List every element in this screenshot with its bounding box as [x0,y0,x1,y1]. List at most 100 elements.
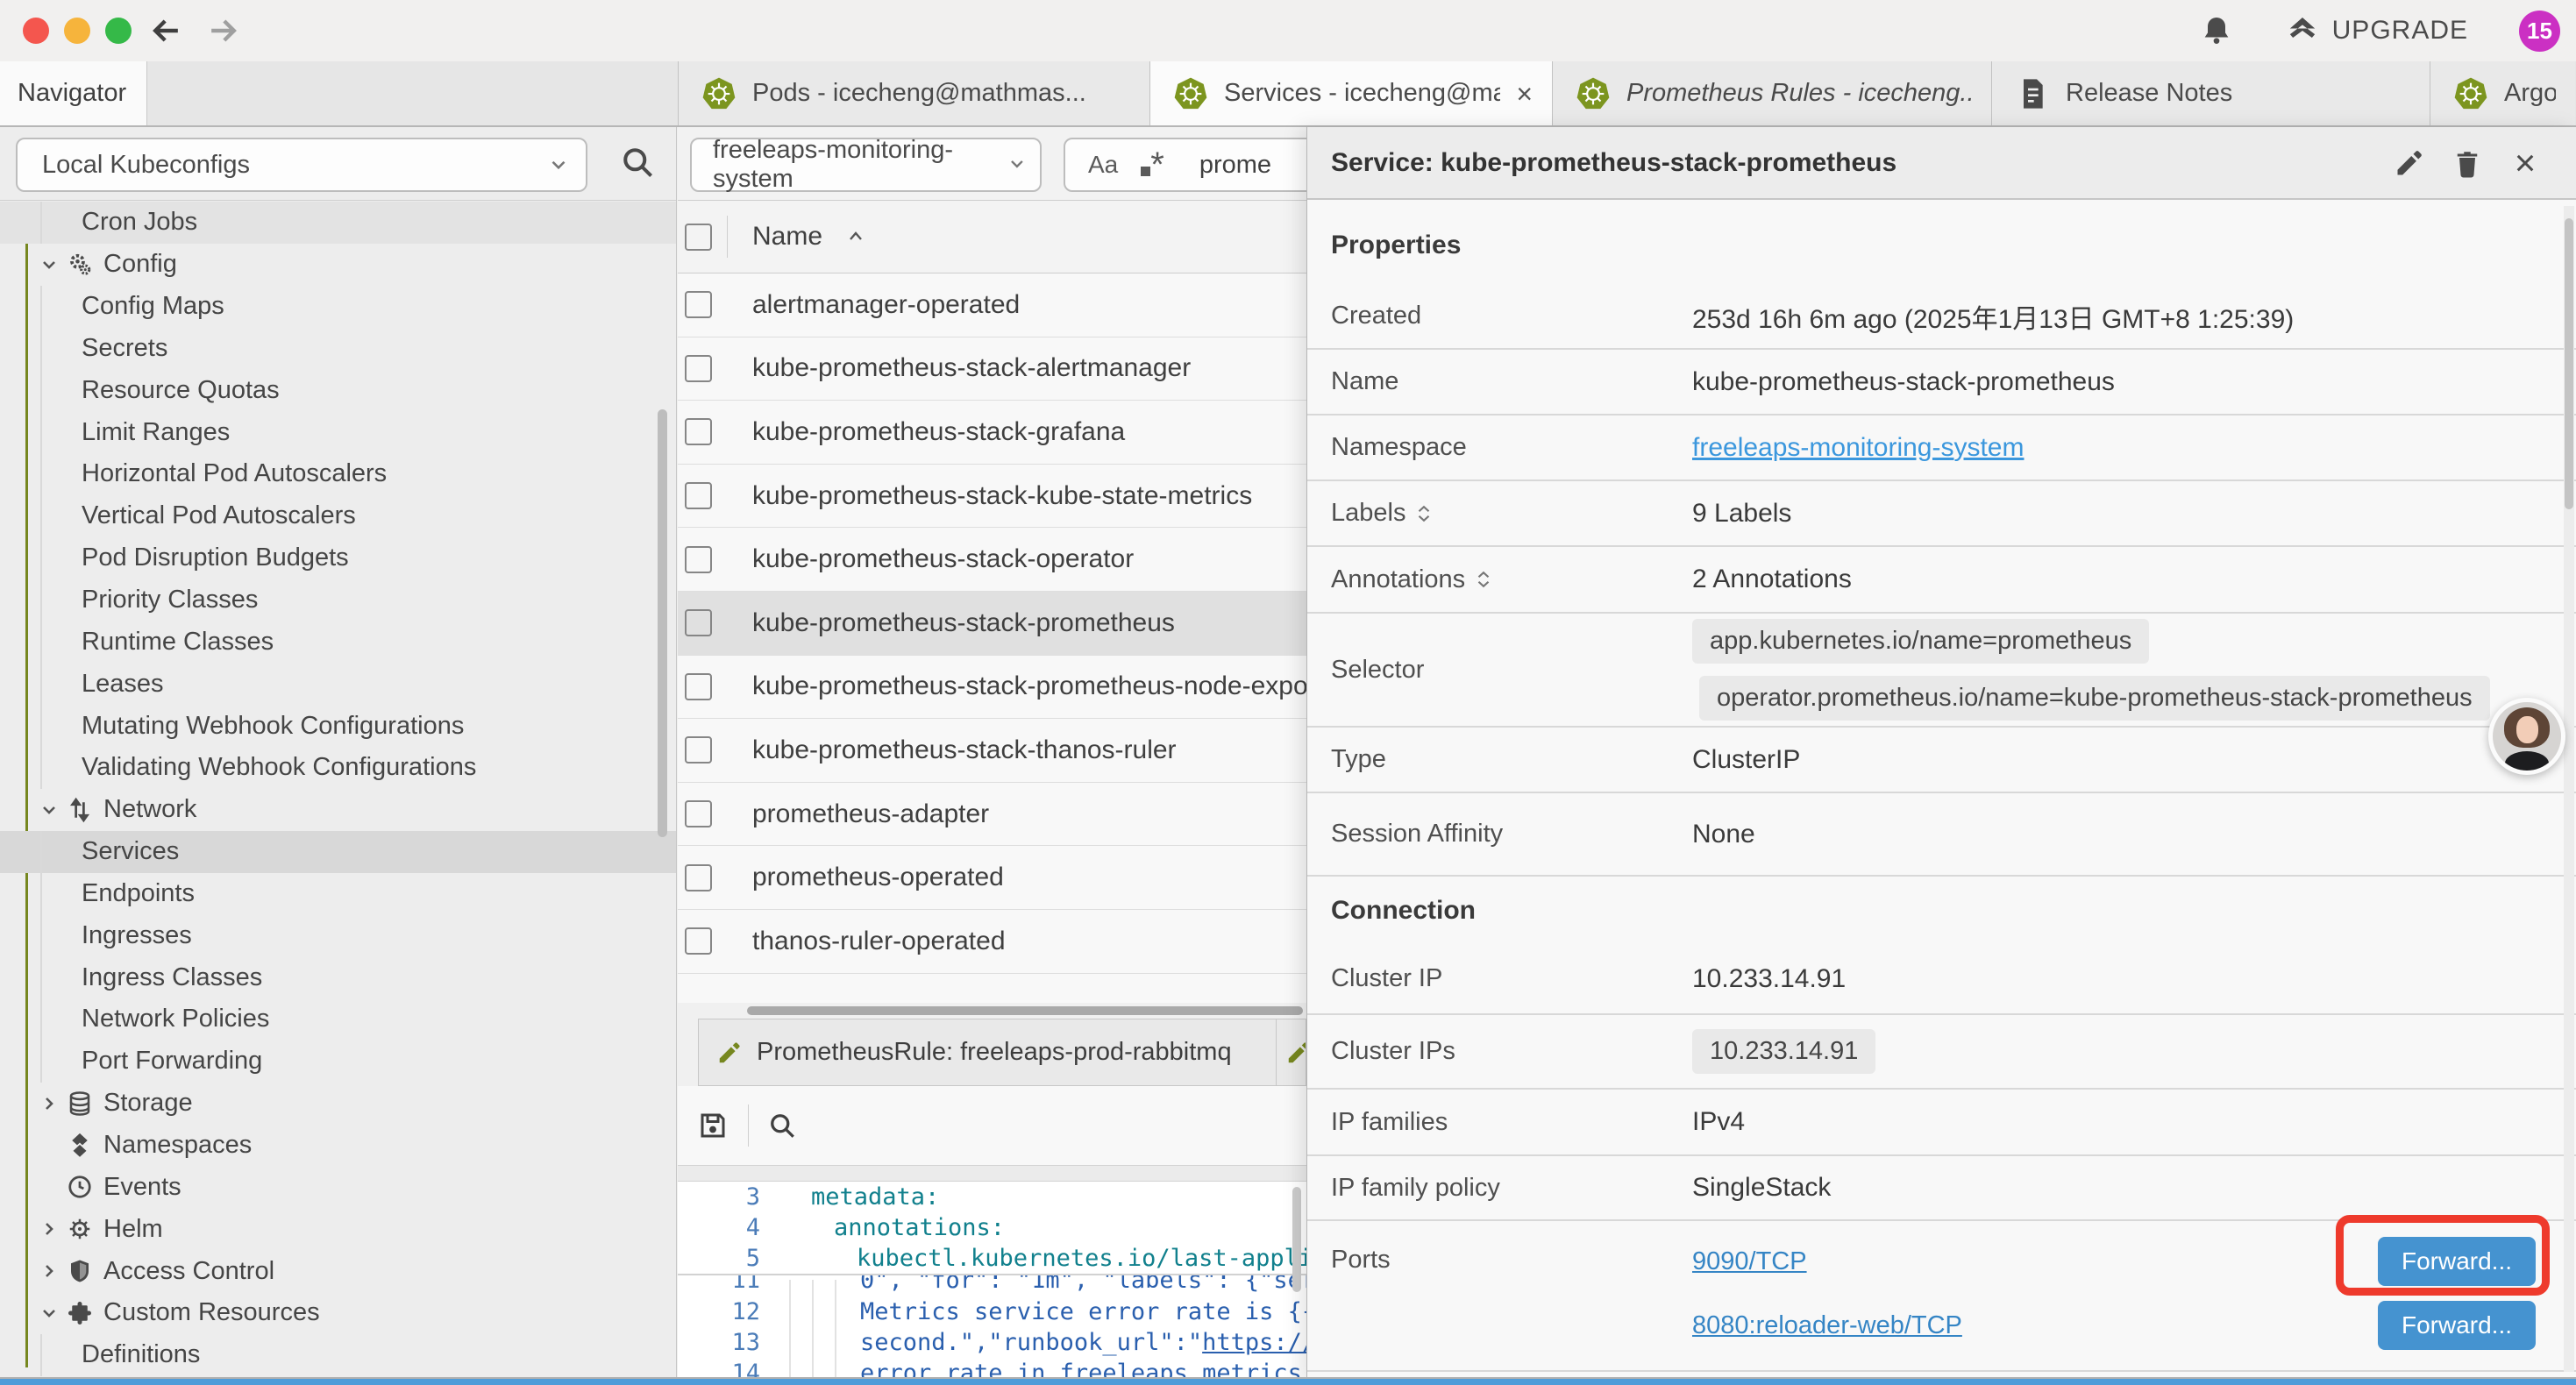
chevron-right-icon[interactable] [39,1093,60,1114]
namespace-link[interactable]: freeleaps-monitoring-system [1692,433,2024,463]
editor-search-icon[interactable] [766,1110,798,1141]
sort-updown-icon[interactable] [1474,568,1493,591]
column-header-name[interactable]: Name [752,222,822,252]
sidebar-item-secrets[interactable]: Secrets [0,328,676,370]
table-row[interactable]: thanos-ruler-operated [678,910,1306,974]
select-all-checkbox[interactable] [685,224,712,251]
sidebar-item-limit-ranges[interactable]: Limit Ranges [0,411,676,453]
window-minimize-button[interactable] [64,18,90,44]
regex-toggle-icon[interactable]: * [1141,147,1164,182]
row-checkbox[interactable] [685,673,712,700]
sidebar-item-mutating-webhook-configurations[interactable]: Mutating Webhook Configurations [0,705,676,747]
chevron-down-icon[interactable] [39,254,60,275]
user-avatar[interactable] [2488,698,2565,775]
sidebar-item-network-policies[interactable]: Network Policies [0,998,676,1041]
sidebar-item-custom-resources[interactable]: Custom Resources [0,1292,676,1334]
sidebar-item-services[interactable]: Services [0,831,676,873]
notifications-bell-icon[interactable] [2199,13,2234,48]
row-checkbox[interactable] [685,609,712,636]
tab-prometheus-rules-icecheng[interactable]: Prometheus Rules - icecheng... [1553,61,1992,125]
table-row[interactable]: kube-prometheus-stack-kube-state-metrics [678,465,1306,529]
sidebar-item-events[interactable]: Events [0,1166,676,1208]
table-row[interactable]: prometheus-operated [678,846,1306,910]
sidebar-item-ingress-classes[interactable]: Ingress Classes [0,956,676,998]
window-zoom-button[interactable] [105,18,132,44]
sidebar-item-helm[interactable]: Helm [0,1208,676,1250]
close-icon[interactable]: × [2509,147,2541,179]
chevron-down-icon[interactable] [39,799,60,820]
sidebar-item-vertical-pod-autoscalers[interactable]: Vertical Pod Autoscalers [0,495,676,537]
row-checkbox[interactable] [685,736,712,764]
namespace-select[interactable]: freeleaps-monitoring-system [690,138,1042,192]
table-row[interactable]: kube-prometheus-stack-prometheus-node-ex… [678,656,1306,720]
back-icon[interactable] [147,11,186,50]
sidebar-item-port-forwarding[interactable]: Port Forwarding [0,1041,676,1083]
forward-button[interactable]: Forward... [2378,1301,2536,1350]
sidebar-item-namespaces[interactable]: Namespaces [0,1125,676,1167]
sidebar-item-access-control[interactable]: Access Control [0,1250,676,1292]
horizontal-scrollbar[interactable] [678,1003,1306,1019]
sidebar-item-config-maps[interactable]: Config Maps [0,286,676,328]
sidebar-item-ingresses[interactable]: Ingresses [0,914,676,956]
row-checkbox[interactable] [685,546,712,573]
drawer-scrollbar-thumb[interactable] [2565,218,2573,509]
table-row[interactable]: kube-prometheus-stack-operator [678,528,1306,592]
row-checkbox[interactable] [685,864,712,891]
horizontal-scrollbar-thumb[interactable] [747,1006,1303,1015]
yaml-editor[interactable]: 3metadata:4annotations:5kubectl.kubernet… [678,1182,1306,1385]
sidebar-item-storage[interactable]: Storage [0,1083,676,1125]
sidebar-item-horizontal-pod-autoscalers[interactable]: Horizontal Pod Autoscalers [0,453,676,495]
sidebar-item-cron-jobs[interactable]: Cron Jobs [0,202,676,244]
close-tab-icon[interactable]: × [1516,80,1533,108]
tab-services-icecheng-math[interactable]: Services - icecheng@math...× [1150,61,1553,125]
editor-scrollbar-thumb[interactable] [1292,1187,1301,1292]
sidebar-scrollbar[interactable] [658,409,667,837]
forward-icon[interactable] [203,11,242,50]
window-close-button[interactable] [23,18,49,44]
chevron-right-icon[interactable] [39,1261,60,1282]
sidebar-item-leases[interactable]: Leases [0,663,676,705]
dock-tab-prometheusrule[interactable]: PrometheusRule: freeleaps-prod-rabbitmq [698,1019,1277,1086]
sort-ascending-icon[interactable] [845,226,866,247]
sidebar-item-runtime-classes[interactable]: Runtime Classes [0,621,676,663]
table-row[interactable]: alertmanager-operated [678,273,1306,337]
sidebar-item-resource-quotas[interactable]: Resource Quotas [0,369,676,411]
sidebar-item-endpoints[interactable]: Endpoints [0,873,676,915]
sidebar-item-pod-disruption-budgets[interactable]: Pod Disruption Budgets [0,537,676,579]
tab-release-notes[interactable]: Release Notes [1992,61,2430,125]
sort-updown-icon[interactable] [1414,502,1434,525]
row-checkbox[interactable] [685,482,712,509]
trash-icon[interactable] [2451,147,2483,179]
table-row[interactable]: prometheus-adapter [678,783,1306,847]
match-case-toggle[interactable]: Aa [1088,151,1118,179]
table-row[interactable]: kube-prometheus-stack-prometheus [678,592,1306,656]
kubeconfig-select[interactable]: Local Kubeconfigs [16,138,587,192]
edit-pencil-icon[interactable] [2394,147,2425,179]
port-link[interactable]: 8080:reloader-web/TCP [1692,1311,1962,1340]
chevron-down-icon[interactable] [39,1303,60,1324]
row-checkbox[interactable] [685,927,712,955]
tab-pods-icecheng-mathmas[interactable]: Pods - icecheng@mathmas... [679,61,1150,125]
tab-navigator[interactable]: Navigator [0,61,147,125]
sidebar-item-network[interactable]: Network [0,789,676,831]
notification-count-badge[interactable]: 15 [2519,11,2560,52]
sidebar-search-icon[interactable] [618,143,657,181]
tab-argo-se[interactable]: Argo Se [2430,61,2575,125]
sidebar-item-priority-classes[interactable]: Priority Classes [0,579,676,621]
dock-tab-next[interactable] [1277,1019,1306,1086]
chevron-right-icon[interactable] [39,1218,60,1239]
drawer-scrollbar[interactable] [2564,206,2574,1372]
row-checkbox[interactable] [685,291,712,318]
row-checkbox[interactable] [685,355,712,382]
table-row[interactable]: kube-prometheus-stack-thanos-ruler [678,719,1306,783]
sidebar-item-validating-webhook-configurations[interactable]: Validating Webhook Configurations [0,747,676,789]
upgrade-button[interactable]: UPGRADE [2285,13,2468,48]
row-checkbox[interactable] [685,800,712,827]
sidebar-item-definitions[interactable]: Definitions [0,1334,676,1376]
port-link[interactable]: 9090/TCP [1692,1247,1807,1276]
table-row[interactable]: kube-prometheus-stack-grafana [678,401,1306,465]
table-row[interactable]: kube-prometheus-stack-alertmanager [678,337,1306,401]
sidebar-item-config[interactable]: Config [0,244,676,286]
row-checkbox[interactable] [685,418,712,445]
save-icon[interactable] [697,1110,729,1141]
